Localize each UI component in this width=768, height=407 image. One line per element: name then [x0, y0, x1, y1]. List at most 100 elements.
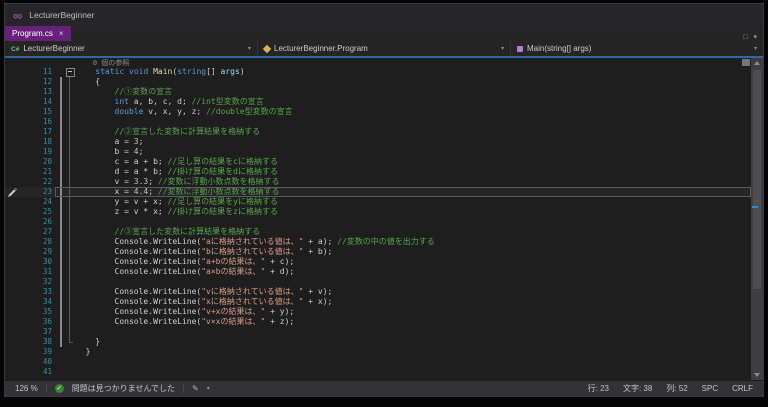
code-line-30[interactable]: 30 Console.WriteLine("a+bの結果は、" + c); — [5, 257, 751, 267]
code-line-29[interactable]: 29 Console.WriteLine("bに格納されている値は、" + b)… — [5, 247, 751, 257]
code-line-22[interactable]: 22 v = 3.3; //変数に浮動小数点数を格納する — [5, 177, 751, 187]
code-line-12[interactable]: 12 { — [5, 77, 751, 87]
line-number[interactable]: 16 — [19, 117, 57, 127]
tab-label: Program.cs — [12, 29, 53, 38]
code-line-13[interactable]: 13 //①変数の宣言 — [5, 87, 751, 97]
line-number[interactable]: 28 — [19, 237, 57, 247]
code-line-27[interactable]: 27 //③宣言した変数に計算結果を格納する — [5, 227, 751, 237]
line-number[interactable]: 35 — [19, 307, 57, 317]
line-number[interactable]: 25 — [19, 207, 57, 217]
code-line-40[interactable]: 40 — [5, 357, 751, 367]
code-text: } — [76, 347, 91, 356]
project-dropdown[interactable]: LecturerBeginner ▾ — [5, 41, 258, 56]
change-track-margin — [57, 197, 65, 207]
code-line-36[interactable]: 36 Console.WriteLine("v×xの結果は、" + z); — [5, 317, 751, 327]
line-indicator[interactable]: 行: 23 — [588, 383, 609, 394]
code-line-28[interactable]: 28 Console.WriteLine("aに格納されている値は、" + a)… — [5, 237, 751, 247]
chevron-down-icon[interactable]: ▾ — [207, 385, 210, 392]
line-number[interactable]: 21 — [19, 167, 57, 177]
active-files-chevron-down-icon[interactable]: ▾ — [753, 34, 757, 41]
collapse-region-icon[interactable] — [65, 67, 76, 77]
code-line-39[interactable]: 39 } — [5, 347, 751, 357]
status-message[interactable]: 問題は見つかりませんでした — [72, 383, 175, 394]
column-indicator[interactable]: 列: 52 — [666, 383, 687, 394]
code-line-18[interactable]: 18 a = 3; — [5, 137, 751, 147]
line-ending-indicator[interactable]: CRLF — [732, 384, 753, 393]
split-gripper[interactable] — [742, 59, 750, 66]
code-line-11[interactable]: 11 static void Main(string[] args) — [5, 67, 751, 77]
change-track-margin — [57, 267, 65, 277]
code-line-17[interactable]: 17 //②宣言した変数に計算結果を格納する — [5, 127, 751, 137]
indent-mode-indicator[interactable]: SPC — [702, 384, 718, 393]
fold-margin — [65, 237, 76, 247]
line-number[interactable]: 37 — [19, 327, 57, 337]
code-line-24[interactable]: 24 y = v + x; //足し算の結果をyに格納する — [5, 197, 751, 207]
line-number[interactable]: 32 — [19, 277, 57, 287]
fold-margin — [65, 117, 76, 127]
line-number[interactable]: 30 — [19, 257, 57, 267]
line-number[interactable]: 29 — [19, 247, 57, 257]
line-number[interactable]: 17 — [19, 127, 57, 137]
code-line-38[interactable]: 38 } — [5, 337, 751, 347]
line-number[interactable]: 22 — [19, 177, 57, 187]
code-text: Console.WriteLine("a+bの結果は、" + c); — [76, 257, 295, 266]
code-line-16[interactable]: 16 — [5, 117, 751, 127]
code-line-26[interactable]: 26 — [5, 217, 751, 227]
line-number[interactable]: 15 — [19, 107, 57, 117]
code-line-15[interactable]: 15 double v, x, y, z; //double型変数の宣言 — [5, 107, 751, 117]
code-line-37[interactable]: 37 — [5, 327, 751, 337]
code-line-14[interactable]: 14 int a, b, c, d; //int型変数の宣言 — [5, 97, 751, 107]
line-number[interactable]: 19 — [19, 147, 57, 157]
change-track-margin — [57, 207, 65, 217]
line-number[interactable]: 40 — [19, 357, 57, 367]
code-line-19[interactable]: 19 b = 4; — [5, 147, 751, 157]
code-line-23[interactable]: 23 x = 4.4; //変数に浮動小数点数を格納する — [5, 187, 751, 197]
line-number[interactable]: 31 — [19, 267, 57, 277]
line-number[interactable]: 20 — [19, 157, 57, 167]
fold-margin — [65, 257, 76, 267]
line-number[interactable]: 26 — [19, 217, 57, 227]
code-line-31[interactable]: 31 Console.WriteLine("a×bの結果は、" + d); — [5, 267, 751, 277]
scroll-down-button[interactable] — [754, 373, 760, 377]
line-number[interactable]: 18 — [19, 137, 57, 147]
line-number[interactable]: 27 — [19, 227, 57, 237]
scroll-up-button[interactable] — [754, 61, 760, 65]
code-line-21[interactable]: 21 d = a * b; //掛け算の結果をdに格納する — [5, 167, 751, 177]
code-line-33[interactable]: 33 Console.WriteLine("vに格納されている値は、" + v)… — [5, 287, 751, 297]
line-number[interactable]: 14 — [19, 97, 57, 107]
line-number[interactable]: 24 — [19, 197, 57, 207]
type-dropdown[interactable]: LecturerBeginner.Program ▾ — [258, 41, 511, 56]
line-number[interactable]: 23 — [19, 187, 57, 197]
code-editor[interactable]: 0 個の参照 11 static void Main(string[] args)… — [5, 58, 763, 380]
pencil-icon[interactable]: ✎ — [192, 384, 199, 393]
title-bar[interactable]: ∞ LecturerBeginner — [5, 4, 763, 26]
line-number[interactable]: 13 — [19, 87, 57, 97]
line-number[interactable]: 33 — [19, 287, 57, 297]
line-number[interactable]: 34 — [19, 297, 57, 307]
line-number[interactable]: 36 — [19, 317, 57, 327]
line-number[interactable]: 39 — [19, 347, 57, 357]
code-line-34[interactable]: 34 Console.WriteLine("xに格納されている値は、" + x)… — [5, 297, 751, 307]
line-number[interactable]: 41 — [19, 367, 57, 377]
code-line-35[interactable]: 35 Console.WriteLine("v+xの結果は、" + y); — [5, 307, 751, 317]
codelens-row[interactable]: 0 個の参照 — [5, 58, 751, 67]
tab-program-cs[interactable]: Program.cs × — [5, 26, 71, 41]
line-number[interactable]: 38 — [19, 337, 57, 347]
code-line-32[interactable]: 32 — [5, 277, 751, 287]
scrollbar-thumb[interactable] — [753, 70, 761, 289]
vertical-scrollbar[interactable] — [751, 58, 763, 380]
line-number[interactable]: 12 — [19, 77, 57, 87]
character-indicator[interactable]: 文字: 38 — [623, 383, 652, 394]
tab-close-icon[interactable]: × — [59, 29, 64, 38]
code-line-20[interactable]: 20 c = a + b; //足し算の結果をcに格納する — [5, 157, 751, 167]
divider — [183, 384, 185, 393]
change-track-margin — [57, 167, 65, 177]
float-window-icon[interactable]: □ — [743, 34, 747, 41]
zoom-level[interactable]: 126 % — [15, 384, 38, 393]
code-line-41[interactable]: 41 — [5, 367, 751, 377]
line-number[interactable]: 11 — [19, 67, 57, 77]
member-dropdown[interactable]: Main(string[] args) ▾ — [511, 41, 763, 56]
code-text: a = 3; — [76, 137, 144, 146]
code-line-25[interactable]: 25 z = v * x; //掛け算の結果をzに格納する — [5, 207, 751, 217]
change-track-margin — [57, 147, 65, 157]
